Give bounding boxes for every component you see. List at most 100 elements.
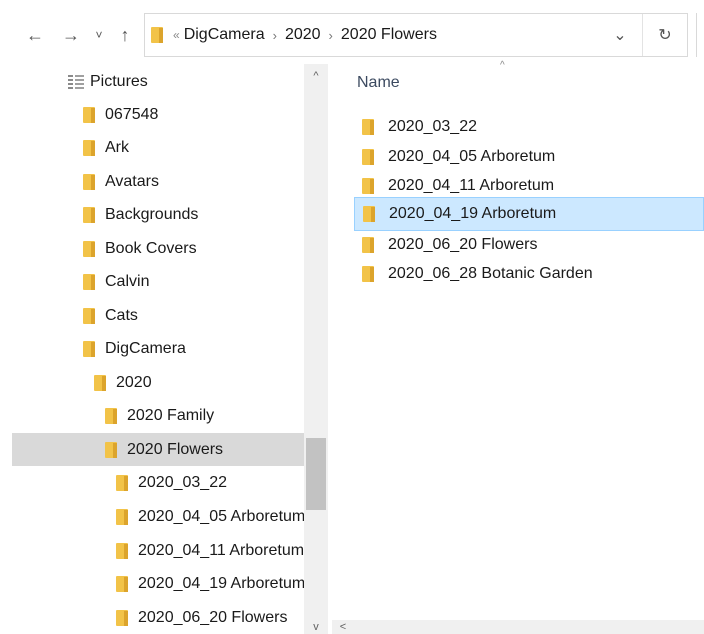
- column-header-label: Name: [357, 74, 400, 91]
- file-name: 2020_04_11 Arboretum: [388, 177, 555, 194]
- navigation-pane-scrollbar[interactable]: ^ v: [304, 64, 328, 634]
- scroll-up-button[interactable]: ^: [304, 64, 328, 88]
- breadcrumb-2020[interactable]: 2020: [285, 26, 321, 44]
- breadcrumb-2020-flowers[interactable]: 2020 Flowers: [341, 26, 437, 44]
- up-arrow-icon: ↑: [120, 24, 130, 45]
- tree-item-label: Ark: [105, 138, 129, 156]
- tree-item-2020-06-20-flowers[interactable]: 2020_06_20 Flowers: [12, 601, 304, 634]
- folder-icon: [83, 173, 95, 190]
- folder-icon: [105, 407, 117, 424]
- tree-item-calvin[interactable]: Calvin: [12, 265, 304, 298]
- file-name: 2020_04_19 Arboretum: [389, 205, 557, 222]
- folder-icon: [363, 206, 375, 222]
- file-list-pane: ^ Name 2020_03_22 2020_04_05 Arboretum 2…: [332, 60, 704, 634]
- file-name: 2020_06_20 Flowers: [388, 236, 538, 253]
- forward-button[interactable]: →: [60, 22, 82, 48]
- tree-item-digcamera[interactable]: DigCamera: [12, 332, 304, 365]
- tree-item-label: 2020: [116, 373, 152, 391]
- chevron-down-icon: ⌄: [613, 27, 627, 44]
- chevron-left-icon: <: [339, 621, 347, 633]
- folder-icon: [362, 119, 374, 135]
- forward-arrow-icon: →: [62, 24, 80, 45]
- scroll-down-button[interactable]: v: [304, 620, 328, 634]
- tree-item-2020[interactable]: 2020: [12, 366, 304, 399]
- folder-icon: [83, 206, 95, 223]
- tree-item-2020-04-11-arboretum[interactable]: 2020_04_11 Arboretum: [12, 534, 304, 567]
- folder-icon: [362, 266, 374, 282]
- up-button[interactable]: ↑: [114, 22, 136, 48]
- tree-item-2020-04-19-arboretum[interactable]: 2020_04_19 Arboretum: [12, 567, 304, 600]
- folder-icon: [83, 139, 95, 156]
- file-name: 2020_03_22: [388, 118, 477, 135]
- folder-icon: [116, 575, 128, 592]
- tree-item-label: 067548: [105, 105, 159, 123]
- horizontal-scrollbar[interactable]: <: [332, 620, 704, 634]
- tree-item-label: 2020 Family: [127, 406, 215, 424]
- folder-icon: [83, 273, 95, 290]
- tree-item-book-covers[interactable]: Book Covers: [12, 232, 304, 265]
- folder-icon: [116, 609, 128, 626]
- tree-item-label: 2020_03_22: [138, 473, 227, 491]
- folder-icon: [83, 240, 95, 257]
- refresh-button[interactable]: ↻: [642, 14, 687, 56]
- file-row-2020-03-22[interactable]: 2020_03_22: [354, 112, 704, 142]
- tree-item-backgrounds[interactable]: Backgrounds: [12, 198, 304, 231]
- back-arrow-icon: ←: [26, 24, 44, 45]
- file-name: 2020_04_05 Arboretum: [388, 148, 556, 165]
- tree-item-cats[interactable]: Cats: [12, 299, 304, 332]
- file-row-2020-04-05-arboretum[interactable]: 2020_04_05 Arboretum: [354, 142, 704, 172]
- scrollbar-thumb[interactable]: [306, 438, 326, 510]
- tree-item-2020-04-05-arboretum[interactable]: 2020_04_05 Arboretum: [12, 500, 304, 533]
- folder-icon: [151, 27, 163, 43]
- folder-icon: [83, 340, 95, 357]
- folder-icon: [116, 474, 128, 491]
- tree-item-label: DigCamera: [105, 339, 186, 357]
- address-history-button[interactable]: ⌄: [607, 14, 633, 56]
- tree-item-label: 2020_04_11 Arboretum: [138, 541, 304, 559]
- tree-item-2020-family[interactable]: 2020 Family: [12, 399, 304, 432]
- folder-icon: [362, 149, 374, 165]
- column-header-name[interactable]: ^ Name: [332, 60, 704, 104]
- breadcrumb-digcamera[interactable]: DigCamera: [184, 26, 265, 44]
- breadcrumb-separator-icon[interactable]: ›: [329, 28, 333, 43]
- file-name: 2020_06_28 Botanic Garden: [388, 265, 593, 282]
- chevron-down-icon: ˅: [95, 28, 103, 42]
- chevron-down-icon: v: [313, 621, 319, 633]
- folder-icon: [362, 237, 374, 253]
- tree-item-label: Avatars: [105, 172, 159, 190]
- refresh-icon: ↻: [658, 27, 672, 44]
- breadcrumb-separator-icon[interactable]: ›: [273, 28, 277, 43]
- tree-item-label: Calvin: [105, 272, 150, 290]
- navigation-pane: Pictures 067548 Ark Avatars Backgrounds …: [0, 64, 330, 634]
- tree-item-2020-flowers[interactable]: 2020 Flowers: [12, 433, 304, 466]
- tree-item-avatars[interactable]: Avatars: [12, 165, 304, 198]
- folder-icon: [94, 374, 106, 391]
- tree-item-pictures[interactable]: Pictures: [12, 65, 304, 98]
- tree-item-label: 2020 Flowers: [127, 440, 224, 458]
- tree-item-label: 2020_04_05 Arboretum: [138, 507, 304, 525]
- search-box[interactable]: [696, 13, 704, 57]
- tree-item-label: Backgrounds: [105, 205, 199, 223]
- folder-icon: [105, 441, 117, 458]
- scroll-left-button[interactable]: <: [336, 620, 350, 634]
- folder-icon: [83, 106, 95, 123]
- tree-item-2020-03-22[interactable]: 2020_03_22: [12, 466, 304, 499]
- tree-item-label: Pictures: [90, 72, 148, 90]
- recent-locations-button[interactable]: ˅: [92, 22, 106, 48]
- back-button[interactable]: ←: [24, 22, 46, 48]
- pictures-library-icon: [68, 74, 84, 89]
- file-row-2020-06-20-flowers[interactable]: 2020_06_20 Flowers: [354, 230, 704, 260]
- tree-item-ark[interactable]: Ark: [12, 131, 304, 164]
- sort-ascending-icon: ^: [500, 60, 505, 71]
- folder-icon: [83, 307, 95, 324]
- folder-icon: [362, 178, 374, 194]
- address-bar[interactable]: « DigCamera › 2020 › 2020 Flowers ⌄ ↻: [144, 13, 688, 57]
- breadcrumb-overflow-icon[interactable]: «: [173, 28, 180, 42]
- tree-item-067548[interactable]: 067548: [12, 98, 304, 131]
- tree-item-label: 2020_06_20 Flowers: [138, 608, 288, 626]
- folder-icon: [116, 542, 128, 559]
- file-row-2020-04-19-arboretum[interactable]: 2020_04_19 Arboretum: [354, 197, 704, 231]
- tree-item-label: 2020_04_19 Arboretum: [138, 574, 304, 592]
- tree-item-label: Book Covers: [105, 239, 197, 257]
- file-row-2020-06-28-botanic-garden[interactable]: 2020_06_28 Botanic Garden: [354, 259, 704, 289]
